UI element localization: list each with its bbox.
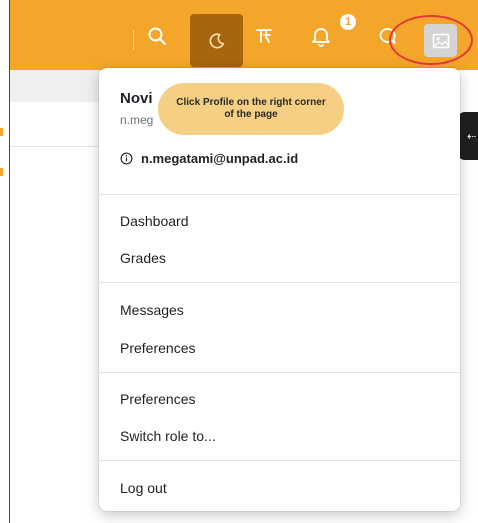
menu-item-logout[interactable]: Log out [120,480,167,496]
search-icon[interactable] [143,22,171,50]
menu-divider [99,282,460,283]
nav-marker [0,128,3,136]
highlight-ring [389,15,473,65]
user-email: n.megatami@unpad.ac.id [141,151,299,166]
page-divider [10,146,100,147]
drawer-toggle-button[interactable]: ⇠ [457,112,478,160]
menu-divider [99,460,460,461]
user-email-row: n.megatami@unpad.ac.id [120,151,298,166]
instruction-tooltip: Click Profile on the right corner of the… [158,83,344,135]
menu-divider [99,194,460,195]
info-icon [120,152,133,165]
user-menu-dropdown: Novi n.meg Click Profile on the right co… [99,68,460,511]
notification-badge: 1 [340,14,356,30]
accessibility-icon[interactable] [250,22,278,50]
menu-divider [99,372,460,373]
user-email-secondary: n.meg [120,113,154,127]
menu-item-messages[interactable]: Messages [120,302,184,318]
menu-item-dashboard[interactable]: Dashboard [120,213,189,229]
menu-item-preferences-2[interactable]: Preferences [120,391,195,407]
menu-item-switch-role[interactable]: Switch role to... [120,428,216,444]
nav-marker [0,168,3,176]
dark-mode-button[interactable] [190,14,243,67]
arrow-left-icon: ⇠ [467,130,477,143]
navbar-separator [133,30,134,50]
moon-icon [203,27,231,55]
user-name: Novi [120,90,153,107]
bell-icon[interactable] [307,22,335,50]
menu-item-preferences[interactable]: Preferences [120,340,195,356]
menu-item-grades[interactable]: Grades [120,250,166,266]
page-header-strip [10,70,100,102]
